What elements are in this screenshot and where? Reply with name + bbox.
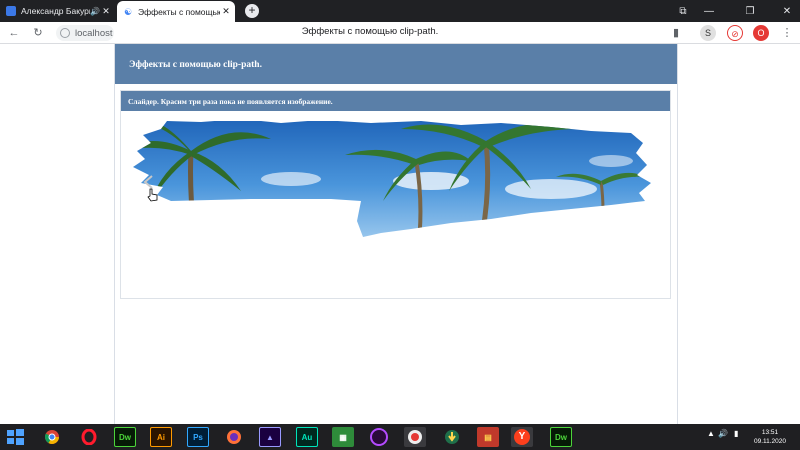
opera-icon[interactable] [78,427,100,447]
dreamweaver-icon[interactable]: Dw [114,427,136,447]
archive-icon[interactable]: ▤ [477,427,499,447]
slider-prev-arrow-icon[interactable] [142,175,156,189]
close-window-button[interactable]: ✕ [774,0,800,22]
tray-arrow-icon[interactable]: ▲ [707,429,715,438]
extension-s-icon[interactable]: S [700,25,716,41]
new-tab-button[interactable]: + [245,4,259,18]
extension-block-icon[interactable]: ⊘ [727,25,743,41]
page-viewport: Эффекты с помощью clip-path. Слайдер. Кр… [0,44,800,424]
volume-icon[interactable]: 🔊 [718,429,728,438]
audition-icon[interactable]: Au [296,427,318,447]
minimize-button[interactable]: — [696,0,722,22]
page-container: Эффекты с помощью clip-path. Слайдер. Кр… [114,44,678,424]
globe-icon [60,28,70,38]
extension-red-icon[interactable]: O [753,25,769,41]
hand-cursor-icon [147,188,158,202]
window-page-title: Эффекты с помощью clip-path. [301,26,439,37]
windows-start-icon[interactable] [4,427,26,447]
audio-icon[interactable]: 🔊 [90,7,100,16]
clock-date: 09.11.2020 [753,438,787,445]
page-header: Эффекты с помощью clip-path. [115,44,677,84]
premiere-icon[interactable]: ▲ [259,427,281,447]
chrome-icon[interactable] [41,427,63,447]
clock[interactable]: 13:51 09.11.2020 [746,428,794,446]
firefox-icon[interactable] [223,427,245,447]
tab-favicon [6,6,16,16]
tab-clip-path[interactable]: ☯ Эффекты с помощью c ✕ [117,1,235,22]
back-arrow-icon[interactable]: ← [6,25,22,41]
tab-video[interactable]: Александр Бакурш 🔊 ✕ [0,0,115,22]
slider-card: Слайдер. Красим три раза пока не появляе… [120,90,671,299]
reload-icon[interactable]: ↻ [30,25,46,41]
bookmark-icon[interactable]: ▮ [668,25,684,41]
illustrator-icon[interactable]: Ai [150,427,172,447]
photoshop-icon[interactable]: Ps [187,427,209,447]
dreamweaver-icon[interactable]: Dw [550,427,572,447]
tab-favicon: ☯ [123,6,133,17]
tab-title: Эффекты с помощью c [138,6,220,17]
tab-title: Александр Бакурш [21,6,90,16]
yandex-icon[interactable]: Y [511,427,533,447]
restore-button[interactable]: ❐ [737,0,763,22]
green-app-icon[interactable]: ▦ [332,427,354,447]
card-title: Слайдер. Красим три раза пока не появляе… [121,91,670,111]
browser-toolbar: ← ↻ localhost Эффекты с помощью clip-pat… [0,22,800,44]
address-bar[interactable]: localhost [56,25,114,41]
taskbar: Dw Ai Ps ▲ Au ▦ ▤ Y Dw ▲ 🔊 ▮ 13:51 09.11… [0,424,800,450]
slider-image [133,121,651,237]
tab-search-icon[interactable]: ⧉ [670,0,696,22]
download-app-icon[interactable] [441,427,463,447]
address-text: localhost [75,27,113,39]
purple-circle-icon[interactable] [368,427,390,447]
tab-strip: Александр Бакурш 🔊 ✕ ☯ Эффекты с помощью… [0,0,800,22]
clock-time: 13:51 [761,429,779,436]
menu-dots-icon[interactable]: ⋮ [779,25,795,41]
recorder-icon[interactable] [404,427,426,447]
network-icon[interactable]: ▮ [734,429,738,438]
close-icon[interactable]: ✕ [220,6,232,17]
close-icon[interactable]: ✕ [100,6,112,17]
